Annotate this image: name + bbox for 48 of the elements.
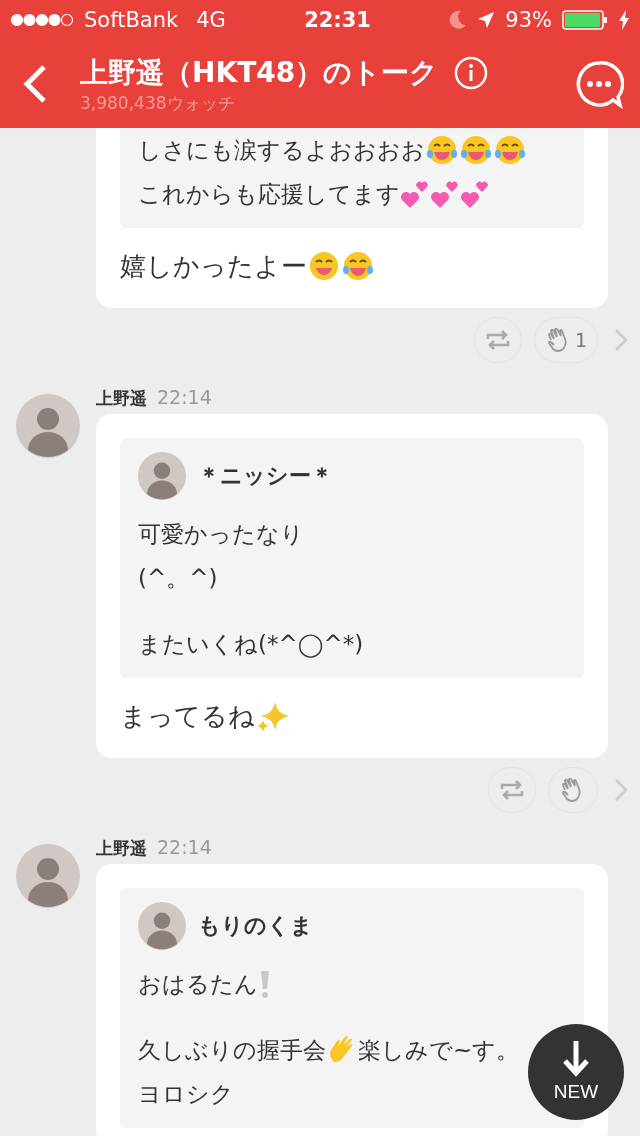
repost-button[interactable] [488, 767, 536, 813]
message-text: またいくね(*^◯^*) [138, 629, 364, 660]
laughing-face-icon [493, 133, 527, 167]
battery-icon [562, 10, 608, 30]
chat-bubble-icon[interactable] [574, 59, 624, 109]
back-icon[interactable] [22, 64, 48, 104]
message-text: ヨロシク [138, 1079, 234, 1109]
laughing-face-icon [341, 249, 375, 283]
message-text: しさにも涙するよおおおお [138, 135, 425, 165]
author-name: 上野遥 [96, 387, 147, 410]
clap-button[interactable]: 1 [533, 317, 598, 363]
repost-button[interactable] [473, 317, 522, 363]
repost-icon [499, 778, 525, 802]
moon-icon [449, 10, 468, 30]
carrier-name: SoftBank [84, 8, 179, 32]
repost-icon [484, 328, 511, 352]
message-text: 嬉しかったよー [120, 249, 307, 283]
message-time: 22:14 [157, 386, 212, 408]
commenter-name: ＊ニッシー＊ [198, 462, 333, 490]
message-time: 22:14 [157, 836, 212, 858]
chat-title: 上野遥（HKT48）のトーク [80, 54, 439, 91]
status-time: 22:31 [304, 8, 371, 32]
watcher-count: 3,980,438ウォッチ [80, 91, 236, 115]
laughing-face-icon [425, 133, 459, 167]
avatar-icon[interactable] [16, 844, 80, 908]
avatar-icon[interactable] [138, 452, 186, 500]
signal-icon [10, 13, 74, 27]
clap-button[interactable] [548, 767, 598, 813]
message-text: 可愛かったなり [138, 519, 304, 549]
commenter-name: もりのくま [198, 912, 313, 940]
smiling-face-icon [307, 249, 341, 283]
message-text: おはるたん [138, 969, 258, 999]
info-icon[interactable] [454, 55, 489, 90]
down-arrow-icon [563, 1041, 589, 1077]
message-text: 久しぶりの握手会 [138, 1035, 326, 1065]
author-name: 上野遥 [96, 837, 147, 860]
message-text: 楽しみで~す。 [358, 1035, 520, 1065]
battery-percent: 93% [505, 8, 552, 32]
exclamation-icon [258, 969, 272, 999]
laughing-face-icon [459, 133, 493, 167]
avatar-icon[interactable] [16, 394, 80, 458]
charging-icon [618, 10, 630, 30]
message-text: これからも応援してます [138, 179, 400, 209]
message-text: (^。^) [138, 563, 218, 593]
location-icon [477, 11, 496, 29]
network-type: 4G [196, 8, 226, 32]
avatar-icon[interactable] [138, 902, 186, 950]
message-text: まってるね [120, 699, 255, 733]
